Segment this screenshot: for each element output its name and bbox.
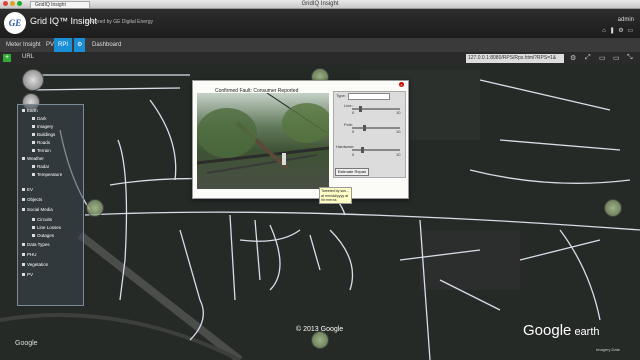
tweet-tooltip: Tweeted by sos... at mm/dd/yyyy at hh:mm…	[319, 187, 352, 204]
tree-node[interactable]: Circuits	[32, 217, 52, 222]
down-arrow-icon[interactable]	[311, 331, 329, 349]
slider-max: 10	[396, 152, 401, 157]
tree-node[interactable]: PV	[22, 272, 33, 277]
window-icon[interactable]: ▭	[599, 54, 606, 62]
user-toolbar-icons[interactable]: ⌂ ❚ ⚙ ▭	[602, 27, 634, 34]
fault-photo	[197, 93, 329, 189]
hardware-slider[interactable]	[352, 147, 400, 153]
tree-node[interactable]: PHU	[22, 252, 37, 257]
tree-node[interactable]: Objects	[22, 197, 42, 202]
google-logo: Google	[15, 340, 38, 347]
checkbox-icon[interactable]	[22, 253, 25, 257]
window-title: GridIQ Insight	[301, 1, 339, 7]
tree-node[interactable]: Weather	[22, 156, 44, 161]
slider-thumb[interactable]	[358, 106, 362, 112]
type-label: Type:	[336, 93, 346, 98]
tree-node[interactable]: Outages	[32, 233, 54, 238]
fallen-tree-image	[197, 93, 329, 174]
gear-icon[interactable]: ⚙	[74, 38, 86, 52]
checkbox-icon[interactable]	[22, 198, 25, 202]
checkbox-icon[interactable]	[22, 243, 25, 247]
tree-node[interactable]: Vegetation	[22, 262, 48, 267]
ge-logo: GE	[4, 12, 26, 34]
tree-node[interactable]: Imagery	[32, 124, 53, 129]
checkbox-icon[interactable]	[32, 173, 35, 177]
tree-node[interactable]: Radar	[32, 164, 49, 169]
checkbox-icon[interactable]	[32, 117, 35, 121]
right-arrow-icon[interactable]	[604, 199, 622, 217]
fullscreen-icon[interactable]: ⤡	[627, 54, 633, 62]
tree-node[interactable]: Temperature	[32, 172, 62, 177]
expand-icon[interactable]: ⤢	[585, 54, 591, 62]
layer-tree-panel: Earth Dark Imagery Buildings Roads Terra…	[17, 104, 84, 306]
window-alt-icon[interactable]: ▭	[613, 54, 620, 62]
checkbox-icon[interactable]	[22, 109, 25, 113]
line-slider[interactable]	[352, 106, 400, 112]
checkbox-icon[interactable]	[22, 273, 25, 277]
slider-min: 0	[352, 129, 355, 134]
type-select[interactable]	[348, 93, 390, 100]
google-earth-brand: Google earth	[523, 322, 600, 339]
slider-max: 10	[396, 129, 401, 134]
checkbox-icon[interactable]	[22, 188, 25, 192]
checkbox-icon[interactable]	[32, 165, 35, 169]
tab-meter-insight[interactable]: Meter Insight	[2, 38, 45, 52]
pole-slider[interactable]	[352, 125, 400, 131]
tree-node[interactable]: Line Losses	[32, 225, 61, 230]
add-icon[interactable]: +	[3, 54, 11, 62]
tree-node[interactable]: Data Types	[22, 242, 50, 247]
checkbox-icon[interactable]	[32, 149, 35, 153]
checkbox-icon[interactable]	[22, 263, 25, 267]
settings-icon[interactable]: ⚙	[570, 54, 576, 62]
slider-min: 0	[352, 110, 355, 115]
url-label: URL	[22, 54, 35, 60]
tree-node[interactable]: Earth	[22, 108, 38, 113]
slider-thumb[interactable]	[361, 147, 364, 153]
app-subtitle: powered by GE Digital Energy	[86, 19, 153, 25]
left-arrow-icon[interactable]	[86, 199, 104, 217]
slider-min: 0	[352, 152, 355, 157]
tab-dashboard[interactable]: Dashboard	[88, 38, 125, 52]
estimate-repair-button[interactable]: Estimate Repair	[335, 168, 369, 176]
look-control-icon[interactable]	[22, 69, 44, 91]
browser-titlebar: GridIQ Insight GridIQ Insight	[0, 0, 640, 9]
tree-node[interactable]: Buildings	[32, 132, 55, 137]
tab-rpi[interactable]: RPI	[54, 38, 73, 52]
tree-node[interactable]: Roads	[32, 140, 50, 145]
slider-max: 10	[396, 110, 401, 115]
checkbox-icon[interactable]	[32, 226, 35, 230]
url-input[interactable]: 127.0.0.1:8080/RPS/Rps.html?RPS=1&	[466, 54, 564, 63]
repair-controls: Type: Line: 0 10 Pole: 0 10 Hardware: 0 …	[333, 91, 406, 178]
checkbox-icon[interactable]	[32, 125, 35, 129]
checkbox-icon[interactable]	[22, 208, 25, 212]
imagery-date: Imagery Date	[596, 347, 621, 352]
checkbox-icon[interactable]	[32, 141, 35, 145]
slider-thumb[interactable]	[363, 125, 367, 131]
user-name[interactable]: admin	[618, 17, 634, 23]
tree-node[interactable]: Terrain	[32, 148, 51, 153]
checkbox-icon[interactable]	[32, 234, 35, 238]
tree-node[interactable]: EV	[22, 187, 33, 192]
close-icon[interactable]: x	[399, 82, 404, 87]
checkbox-icon[interactable]	[22, 157, 25, 161]
tree-node[interactable]: Dark	[32, 116, 47, 121]
checkbox-icon[interactable]	[32, 218, 35, 222]
map-copyright: © 2013 Google	[296, 326, 344, 333]
checkbox-icon[interactable]	[32, 133, 35, 137]
tree-node[interactable]: Social Media	[22, 207, 53, 212]
